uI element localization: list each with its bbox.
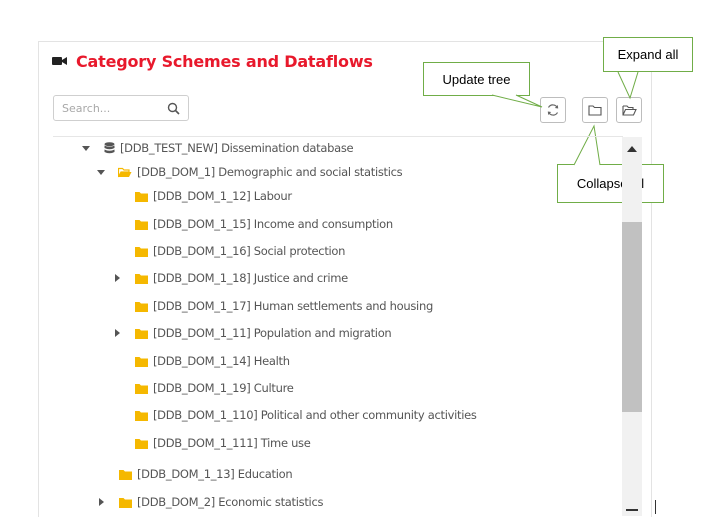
tree-node-label: [DDB_DOM_1_16] Social protection [153,244,346,258]
tree-node-label: [DDB_DOM_1_17] Human settlements and hou… [153,299,433,313]
folder-icon [119,469,132,480]
database-icon [104,142,115,154]
tree-node-label: [DDB_DOM_1_18] Justice and crime [153,271,348,285]
collapse-all-button[interactable] [582,97,608,123]
expand-toggle[interactable] [115,329,120,337]
search-input[interactable] [62,100,162,116]
folder-icon [135,356,148,367]
search-icon[interactable] [167,102,180,115]
tree-node[interactable]: [DDB_DOM_1_18] Justice and crime [114,269,348,287]
folder-icon [135,273,148,284]
tree-scrollbar[interactable] [622,137,642,516]
folder-icon [135,219,148,230]
tree-node-label: [DDB_DOM_1_14] Health [153,354,290,368]
tree-node[interactable]: [DDB_DOM_1_16] Social protection [135,242,345,260]
folder-open-icon [118,167,132,178]
tree-node-label: [DDB_DOM_1_19] Culture [153,381,294,395]
expand-toggle[interactable] [99,498,104,506]
update-tree-callout: Update tree [423,62,530,96]
folder-icon [135,383,148,394]
expand-all-callout-pointer [617,71,639,100]
expand-all-callout: Expand all [603,37,693,72]
tree-node[interactable]: [DDB_DOM_1_19] Culture [135,379,294,397]
expand-toggle[interactable] [82,146,90,151]
expand-toggle[interactable] [115,274,120,282]
tree-node-label: [DDB_DOM_1] Demographic and social stati… [137,165,403,179]
folder-icon [588,104,602,116]
page-title: Category Schemes and Dataflows [76,51,373,71]
tree-node[interactable]: [DDB_TEST_NEW] Dissemination database [82,139,354,157]
tree-node-label: [DDB_DOM_1_12] Labour [153,189,292,203]
tree-node[interactable]: [DDB_DOM_1] Demographic and social stati… [97,163,403,181]
tree-node[interactable]: [DDB_DOM_1_12] Labour [135,187,292,205]
search-box[interactable] [53,95,189,121]
panel-header: Category Schemes and Dataflows [52,50,373,72]
folder-icon [135,246,148,257]
folder-icon [135,191,148,202]
folder-icon [135,301,148,312]
folder-open-icon [621,104,637,116]
tree-node[interactable]: [DDB_DOM_1_11] Population and migration [114,324,392,342]
video-camera-icon [52,55,68,67]
tree-node-label: [DDB_DOM_1_111] Time use [153,436,311,450]
tree-node[interactable]: [DDB_DOM_1_110] Political and other comm… [135,406,477,424]
update-tree-callout-pointer [491,94,543,108]
tree-node-label: [DDB_DOM_1_11] Population and migration [153,326,392,340]
tree-node-label: [DDB_DOM_2] Economic statistics [137,495,324,509]
scroll-thumb[interactable] [622,222,642,412]
text-cursor [655,500,656,514]
refresh-icon [546,103,560,117]
folder-icon [135,410,148,421]
tree-node-label: [DDB_DOM_1_13] Education [137,467,293,481]
folder-icon [119,497,132,508]
scroll-down-arrow-icon[interactable] [626,509,638,512]
tree-node[interactable]: [DDB_DOM_1_13] Education [119,465,293,483]
folder-icon [135,438,148,449]
folder-icon [135,328,148,339]
expand-toggle[interactable] [97,170,105,175]
tree-node[interactable]: [DDB_DOM_2] Economic statistics [98,493,323,511]
tree-node[interactable]: [DDB_DOM_1_14] Health [135,352,290,370]
tree-node[interactable]: [DDB_DOM_1_17] Human settlements and hou… [135,297,433,315]
tree-node[interactable]: [DDB_DOM_1_111] Time use [135,434,311,452]
tree-node-label: [DDB_DOM_1_110] Political and other comm… [153,408,477,422]
scroll-up-arrow-icon[interactable] [627,146,637,152]
tree-node-label: [DDB_TEST_NEW] Dissemination database [120,141,354,155]
tree-node[interactable]: [DDB_DOM_1_15] Income and consumption [135,215,393,233]
tree-node-label: [DDB_DOM_1_15] Income and consumption [153,217,393,231]
